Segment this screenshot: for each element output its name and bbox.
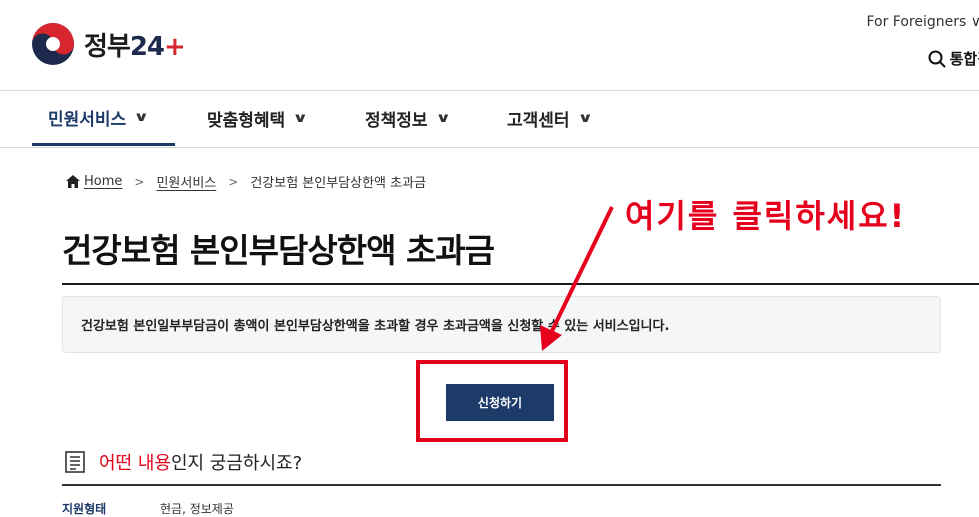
breadcrumb-home[interactable]: Home — [66, 174, 122, 189]
page-title: 건강보험 본인부담상한액 초과금 — [62, 231, 495, 270]
chevron-down-icon: ∨ — [970, 14, 979, 30]
taegeuk-logo-icon — [32, 23, 74, 65]
breadcrumb-current: 건강보험 본인부담상한액 초과금 — [250, 176, 427, 191]
document-icon — [65, 451, 85, 473]
chevron-down-icon: ∨ — [434, 111, 451, 126]
breadcrumb-separator: > — [134, 174, 145, 189]
main-nav: 민원서비스 ∨ 맞춤형혜택 ∨ 정책정보 ∨ 고객센터 ∨ — [32, 91, 615, 147]
chevron-down-icon: ∨ — [576, 111, 593, 126]
service-description: 건강보험 본인일부부담금이 총액이 본인부담상한액을 초과할 경우 초과금액을 … — [62, 296, 941, 353]
chevron-down-icon: ∨ — [292, 111, 309, 126]
nav-label: 맞춤형혜택 — [207, 111, 286, 131]
nav-item-customer-center[interactable]: 고객센터 ∨ — [475, 91, 615, 146]
breadcrumb-separator: > — [228, 174, 239, 189]
site-logo[interactable]: 정부24+ — [30, 20, 186, 68]
faq-divider — [62, 484, 941, 486]
faq-heading-text: 어떤 내용인지 궁금하시죠? — [99, 453, 303, 474]
breadcrumb: Home > 민원서비스 > 건강보험 본인부담상한액 초과금 — [66, 172, 426, 191]
integrated-search-button[interactable]: 통합검 — [928, 48, 979, 69]
support-type-value: 현금, 정보제공 — [160, 502, 234, 516]
nav-item-civil-services[interactable]: 민원서비스 ∨ — [32, 91, 175, 146]
for-foreigners-link[interactable]: For Foreigners ∨ — [866, 14, 979, 30]
breadcrumb-civil-services[interactable]: 민원서비스 — [156, 172, 216, 191]
nav-item-custom-benefits[interactable]: 맞춤형혜택 ∨ — [175, 91, 333, 146]
home-icon — [66, 175, 80, 188]
search-icon — [928, 50, 946, 68]
apply-button[interactable]: 신청하기 — [446, 384, 554, 421]
nav-divider — [0, 147, 979, 148]
nav-label: 고객센터 — [507, 111, 570, 131]
breadcrumb-home-label: Home — [84, 174, 123, 189]
faq-heading: 어떤 내용인지 궁금하시죠? — [65, 449, 302, 475]
for-foreigners-label: For Foreigners — [866, 14, 967, 30]
nav-item-policy-info[interactable]: 정책정보 ∨ — [333, 91, 475, 146]
nav-label: 정책정보 — [365, 111, 428, 131]
annotation-text: 여기를 클릭하세요! — [625, 197, 907, 235]
nav-label: 민원서비스 — [48, 109, 127, 130]
search-label: 통합검 — [949, 50, 979, 68]
logo-text: 정부24+ — [84, 31, 186, 62]
chevron-down-icon: ∨ — [133, 109, 150, 125]
support-type-label: 지원형태 — [62, 502, 107, 516]
title-divider — [62, 283, 979, 285]
annotation-arrow-icon — [540, 206, 614, 351]
